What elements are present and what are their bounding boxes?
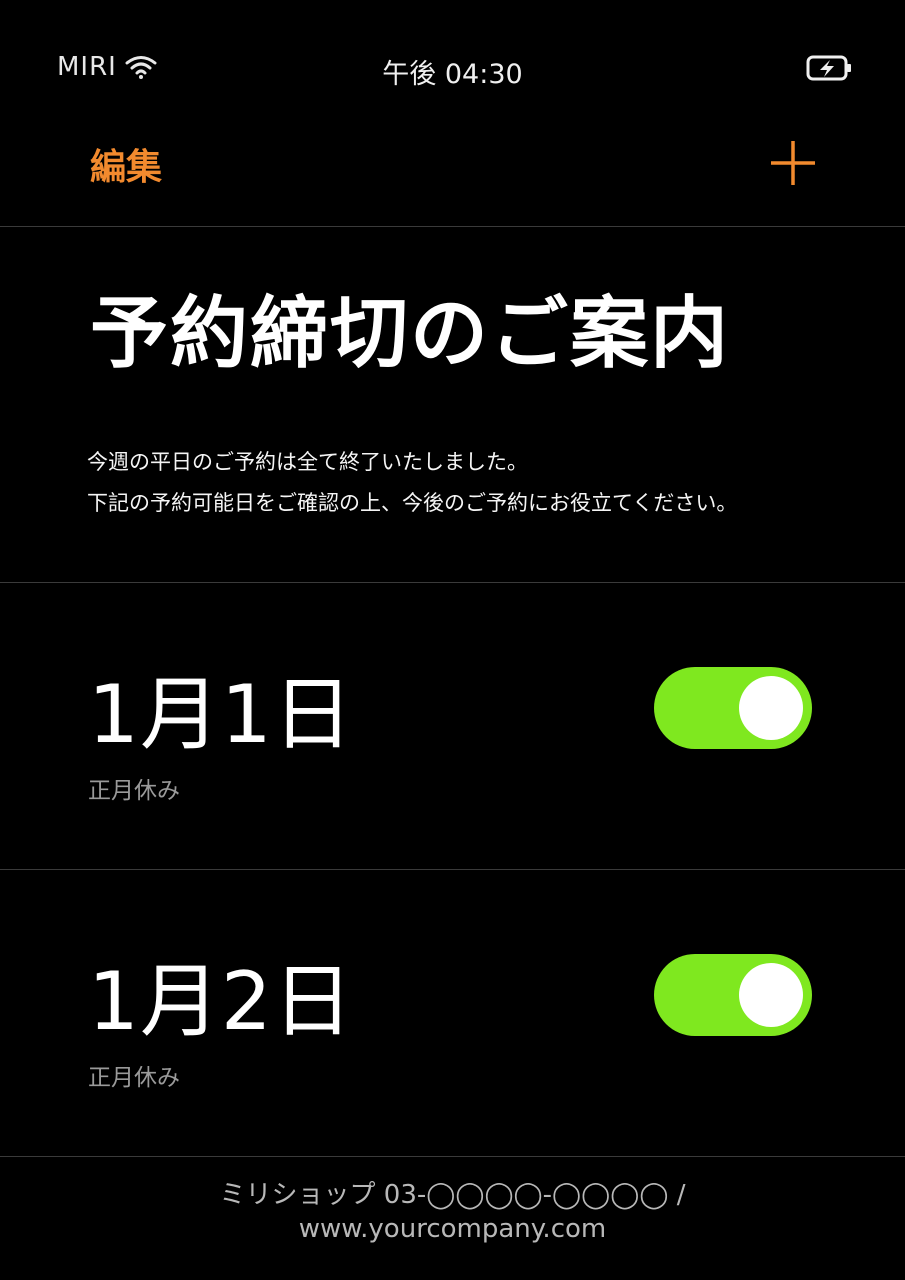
footer-website[interactable]: www.yourcompany.com bbox=[0, 1212, 905, 1246]
toggle-knob bbox=[739, 963, 803, 1027]
date-toggle[interactable] bbox=[654, 954, 812, 1036]
date-label: 1月2日 bbox=[88, 955, 354, 1048]
date-note: 正月休み bbox=[88, 778, 180, 804]
toggle-knob bbox=[739, 676, 803, 740]
plus-icon bbox=[771, 141, 815, 185]
edit-button[interactable]: 編集 bbox=[90, 138, 162, 190]
divider bbox=[0, 1156, 905, 1157]
description-line: 今週の平日のご予約は全て終了いたしました。 bbox=[87, 450, 528, 474]
date-row: 1月1日 正月休み bbox=[0, 583, 905, 869]
date-row: 1月2日 正月休み bbox=[0, 870, 905, 1156]
date-label: 1月1日 bbox=[88, 668, 354, 761]
date-toggle[interactable] bbox=[654, 667, 812, 749]
description: 今週の平日のご予約は全て終了いたしました。 下記の予約可能日をご確認の上、今後の… bbox=[87, 442, 737, 524]
page-title: 予約締切のご案内 bbox=[90, 289, 731, 379]
battery-charging-icon bbox=[806, 55, 851, 81]
navigation-bar: 編集 bbox=[0, 120, 905, 227]
description-line: 下記の予約可能日をご確認の上、今後のご予約にお役立てください。 bbox=[87, 491, 738, 515]
footer-contact: ミリショップ 03-◯◯◯◯-◯◯◯◯ / bbox=[219, 1180, 686, 1210]
footer: ミリショップ 03-◯◯◯◯-◯◯◯◯ / www.yourcompany.co… bbox=[0, 1178, 905, 1246]
date-note: 正月休み bbox=[88, 1065, 180, 1091]
status-bar: MIRI 午後 04:30 bbox=[0, 0, 905, 120]
add-button[interactable] bbox=[768, 138, 818, 188]
status-time: 午後 04:30 bbox=[382, 59, 523, 90]
